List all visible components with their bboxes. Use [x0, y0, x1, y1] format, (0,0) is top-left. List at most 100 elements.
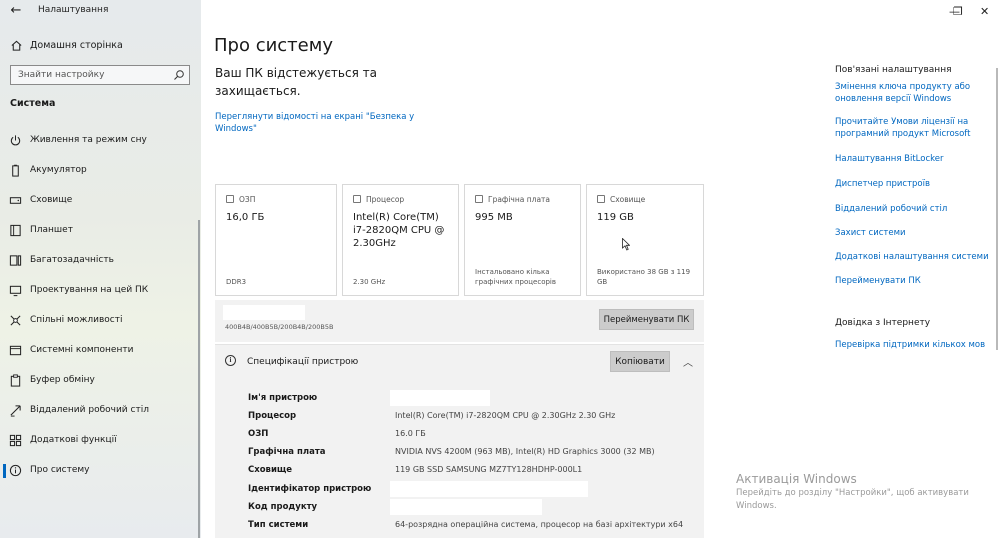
- redacted-value: [390, 499, 542, 515]
- sidebar-item-projecting[interactable]: Проектування на цей ПК: [0, 280, 201, 302]
- main-scrollbar[interactable]: [996, 68, 998, 350]
- sidebar-item-label: Спільні можливості: [30, 315, 123, 325]
- related-link-license-terms[interactable]: Прочитайте Умови ліцензії на програмний …: [835, 116, 975, 140]
- spec-value: 119 GB SSD SAMSUNG MZ7TY128HDHP-000L1: [395, 465, 583, 474]
- sidebar-item-about[interactable]: Про систему: [0, 460, 201, 482]
- activation-watermark: Активація Windows Перейдіть до розділу "…: [736, 472, 976, 513]
- spec-value: Intel(R) Core(TM) i7-2820QM CPU @ 2.30GH…: [395, 411, 616, 420]
- spec-row-device-id: Ідентифікатор пристрою: [215, 481, 704, 499]
- related-link-product-key[interactable]: Змінення ключа продукту або оновлення ве…: [835, 81, 975, 105]
- sidebar-item-optional-features[interactable]: Додаткові функції: [0, 430, 201, 452]
- clipboard-icon: [10, 374, 21, 387]
- sidebar-item-label: Планшет: [30, 225, 73, 235]
- card-footer: Використано 38 GB з 119 GB: [597, 268, 691, 286]
- related-link-advanced-system-settings[interactable]: Додаткові налаштування системи: [835, 251, 995, 263]
- spec-key: Процесор: [248, 411, 297, 421]
- spec-row-device-name: Ім'я пристрою: [215, 390, 704, 408]
- spec-value: 64-розрядна операційна система, процесор…: [395, 520, 684, 529]
- spec-key: ОЗП: [248, 429, 269, 439]
- card-header: ОЗП: [226, 195, 255, 204]
- search-input[interactable]: Знайти настройку: [10, 65, 190, 85]
- copy-button[interactable]: Копіювати: [610, 351, 670, 372]
- related-link-system-protection[interactable]: Захист системи: [835, 227, 975, 239]
- info-icon: [9, 464, 22, 477]
- sidebar-item-label: Віддалений робочий стіл: [30, 405, 149, 415]
- device-specifications: i Специфікації пристрою Копіювати ︿ Ім'я…: [215, 344, 704, 538]
- back-button[interactable]: ←: [8, 3, 24, 18]
- device-name-redacted: [223, 305, 305, 320]
- sidebar-item-label: Буфер обміну: [30, 375, 95, 385]
- card-header: Процесор: [353, 195, 404, 204]
- graphics-icon: [475, 195, 483, 203]
- app-title: Налаштування: [38, 5, 109, 15]
- sidebar-item-system-components[interactable]: Системні компоненти: [0, 340, 201, 362]
- search-icon[interactable]: [173, 69, 185, 81]
- sidebar-item-label: Акумулятор: [30, 165, 87, 175]
- card-footer: DDR3: [226, 278, 247, 286]
- spec-row-system-type: Тип системи 64-розрядна операційна систе…: [215, 517, 704, 535]
- optional-features-icon: [9, 434, 22, 447]
- sidebar-item-storage[interactable]: Сховище: [0, 190, 201, 212]
- related-link-bitlocker[interactable]: Налаштування BitLocker: [835, 153, 975, 165]
- sidebar: ← Налаштування Домашня сторінка Знайти н…: [0, 0, 201, 538]
- card-ram: ОЗП 16,0 ГБ DDR3: [215, 184, 337, 296]
- sidebar-item-power[interactable]: Живлення та режим сну: [0, 130, 201, 152]
- spec-key: Сховище: [248, 465, 293, 475]
- processor-icon: [353, 195, 361, 203]
- chevron-up-icon[interactable]: ︿: [683, 354, 693, 369]
- remote-desktop-icon: [10, 405, 21, 417]
- related-link-rename-pc[interactable]: Перейменувати ПК: [835, 275, 975, 287]
- card-header-label: Графічна плата: [488, 195, 550, 204]
- spec-key: Графічна плата: [248, 447, 326, 457]
- info-icon: i: [225, 355, 236, 366]
- device-name-row: 400B4B/400B5B/200B4B/200B5B Перейменуват…: [215, 300, 704, 342]
- card-storage: Сховище 119 GB Використано 38 GB з 119 G…: [586, 184, 704, 296]
- projecting-icon: [9, 285, 22, 297]
- sidebar-item-multitasking[interactable]: Багатозадачність: [0, 250, 201, 272]
- card-header-label: ОЗП: [239, 195, 256, 204]
- maximize-button[interactable]: ❐: [953, 5, 963, 18]
- related-link-device-manager[interactable]: Диспетчер пристроїв: [835, 178, 975, 190]
- spec-key: Код продукту: [248, 502, 318, 512]
- card-header: Графічна плата: [475, 195, 550, 204]
- spec-key: Тип системи: [248, 520, 309, 530]
- sidebar-item-label: Живлення та режим сну: [30, 135, 147, 145]
- sidebar-item-home[interactable]: Домашня сторінка: [0, 36, 201, 58]
- sidebar-item-remote-desktop[interactable]: Віддалений робочий стіл: [0, 400, 201, 422]
- system-components-icon: [9, 345, 22, 356]
- sidebar-scrollbar[interactable]: [198, 220, 200, 538]
- sidebar-item-label: Про систему: [30, 465, 90, 475]
- help-link-languages[interactable]: Перевірка підтримки кількох мов: [835, 339, 995, 351]
- sidebar-item-label: Багатозадачність: [30, 255, 114, 265]
- related-settings-title: Пов'язані налаштування: [835, 65, 952, 75]
- home-icon: [11, 40, 22, 51]
- card-header-label: Сховище: [610, 195, 646, 204]
- storage-icon: [597, 195, 605, 203]
- card-header: Сховище: [597, 195, 645, 204]
- sidebar-item-shared-experiences[interactable]: Спільні можливості: [0, 310, 201, 332]
- sidebar-item-clipboard[interactable]: Буфер обміну: [0, 370, 201, 392]
- web-help-title: Довідка з Інтернету: [835, 318, 931, 328]
- sidebar-section-title: Система: [10, 98, 56, 109]
- related-link-remote-desktop[interactable]: Віддалений робочий стіл: [835, 203, 975, 215]
- spec-row-processor: Процесор Intel(R) Core(TM) i7-2820QM CPU…: [215, 408, 704, 426]
- page-title: Про систему: [214, 35, 333, 56]
- sidebar-item-label: Домашня сторінка: [30, 40, 123, 51]
- spec-row-ram: ОЗП 16.0 ГБ: [215, 426, 704, 444]
- card-graphics: Графічна плата 995 MB Інстальовано кільк…: [464, 184, 581, 296]
- redacted-value: [390, 390, 490, 406]
- spec-key: Ім'я пристрою: [248, 393, 318, 403]
- sidebar-item-tablet[interactable]: Планшет: [0, 220, 201, 242]
- tablet-icon: [10, 224, 21, 237]
- rename-pc-button[interactable]: Перейменувати ПК: [599, 309, 694, 330]
- security-link[interactable]: Переглянути відомості на екрані "Безпека…: [215, 111, 425, 135]
- title-bar: ← Налаштування: [0, 0, 201, 22]
- card-processor: Процесор Intel(R) Core(TM) i7-2820QM CPU…: [342, 184, 459, 296]
- battery-icon: [12, 164, 19, 177]
- card-value: Intel(R) Core(TM) i7-2820QM CPU @ 2.30GH…: [353, 212, 445, 249]
- close-button[interactable]: ✕: [980, 5, 989, 18]
- protection-status: Ваш ПК відстежується та захищається.: [215, 66, 377, 98]
- sidebar-item-battery[interactable]: Акумулятор: [0, 160, 201, 182]
- specs-header[interactable]: i Специфікації пристрою Копіювати ︿: [215, 344, 704, 378]
- device-model: 400B4B/400B5B/200B4B/200B5B: [225, 323, 334, 331]
